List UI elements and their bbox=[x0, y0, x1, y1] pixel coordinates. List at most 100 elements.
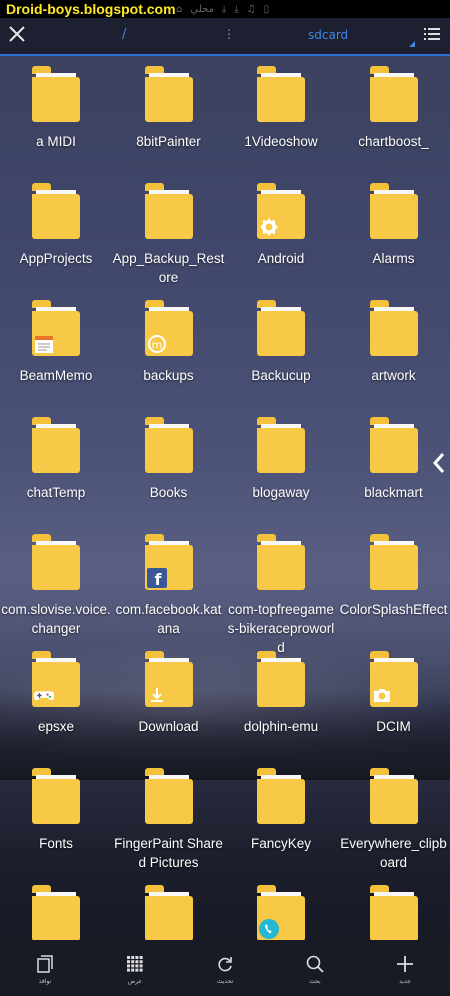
folder-icon bbox=[369, 183, 418, 239]
folder-icon bbox=[32, 300, 80, 356]
gamepad-icon bbox=[34, 685, 54, 705]
folder-icon bbox=[32, 651, 80, 707]
folder-item[interactable] bbox=[225, 879, 337, 940]
folder-icon bbox=[257, 768, 305, 824]
nav-label: عرض bbox=[127, 978, 143, 985]
path-root[interactable]: / bbox=[122, 27, 126, 42]
folder-name: com.slovise.voice.changer bbox=[1, 602, 111, 636]
folder-icon bbox=[144, 66, 193, 122]
folder-name: Backucup bbox=[251, 368, 311, 383]
bottom-nav: نوافذ عرض تحديث بحث جديد bbox=[0, 940, 450, 996]
folder-icon bbox=[257, 300, 305, 356]
folder-icon bbox=[257, 651, 305, 707]
folder-name: BeamMemo bbox=[19, 368, 93, 383]
folder-item[interactable]: dolphin-emu bbox=[225, 645, 337, 762]
folder-item[interactable]: 8bitPainter bbox=[113, 60, 225, 177]
folder-name: AppProjects bbox=[19, 251, 93, 266]
folder-item[interactable]: f com.facebook.katana bbox=[113, 528, 225, 645]
phone-icon bbox=[259, 919, 279, 939]
folder-item[interactable]: Android bbox=[225, 177, 337, 294]
folder-icon bbox=[32, 66, 80, 122]
folder-item[interactable]: artwork bbox=[338, 294, 450, 411]
nav-label: جديد bbox=[399, 978, 411, 985]
close-icon[interactable] bbox=[6, 23, 28, 45]
folder-icon bbox=[257, 66, 305, 122]
folder-icon: m bbox=[144, 300, 193, 356]
status-bar: Droid-boys.blogspot.com ⌂ محلي ⤓ ⤓ ♫ ▯ bbox=[0, 0, 450, 18]
sim-icon: ▯ bbox=[263, 3, 270, 15]
folder-item[interactable] bbox=[338, 879, 450, 940]
folder-name: chartboost_ bbox=[358, 134, 429, 149]
svg-text:m: m bbox=[151, 339, 162, 352]
camera-icon bbox=[372, 685, 392, 705]
folder-item[interactable]: Fonts bbox=[0, 762, 112, 879]
nav-label: تحديث bbox=[216, 978, 234, 985]
folder-icon bbox=[144, 768, 193, 824]
folder-item[interactable]: Alarms bbox=[338, 177, 450, 294]
folder-name: a MIDI bbox=[36, 134, 76, 149]
folder-name: FingerPaint Shared Pictures bbox=[114, 836, 223, 870]
status-local-label: محلي bbox=[190, 3, 214, 15]
folder-item[interactable]: com-topfreegames-bikeraceproworld bbox=[225, 528, 337, 655]
folder-icon bbox=[144, 183, 193, 239]
folder-item[interactable]: blogaway bbox=[225, 411, 337, 528]
folder-icon bbox=[369, 534, 418, 590]
toolbar: / ⋮ sdcard bbox=[0, 18, 450, 56]
nav-item-plus[interactable]: جديد bbox=[360, 940, 450, 996]
folder-item[interactable] bbox=[113, 879, 225, 940]
folder-name: chatTemp bbox=[26, 485, 86, 500]
folder-name: blackmart bbox=[364, 485, 423, 500]
folder-item[interactable]: DCIM bbox=[338, 645, 450, 762]
svg-text:f: f bbox=[154, 570, 162, 588]
folder-name: Alarms bbox=[372, 251, 415, 266]
folder-item[interactable]: Everywhere_clipboard bbox=[338, 762, 450, 879]
download-icon: ⤓ bbox=[234, 3, 239, 15]
folder-item[interactable]: a MIDI bbox=[0, 60, 112, 177]
folder-item[interactable]: m backups bbox=[113, 294, 225, 411]
folder-item[interactable]: BeamMemo bbox=[0, 294, 112, 411]
folder-icon: f bbox=[144, 534, 193, 590]
folder-item[interactable]: ColorSplashEffect bbox=[338, 528, 450, 645]
folder-name: ColorSplashEffect bbox=[339, 602, 448, 617]
folder-icon bbox=[32, 885, 80, 940]
folder-item[interactable]: 1Videoshow bbox=[225, 60, 337, 177]
folder-name: Fonts bbox=[39, 836, 73, 851]
list-menu-icon[interactable] bbox=[424, 26, 440, 42]
home-icon: ⌂ bbox=[176, 3, 183, 15]
folder-icon bbox=[257, 183, 305, 239]
nav-item-search[interactable]: بحث bbox=[270, 940, 360, 996]
folder-item[interactable]: Books bbox=[113, 411, 225, 528]
folder-name: dolphin-emu bbox=[243, 719, 319, 734]
nav-item-windows[interactable]: نوافذ bbox=[0, 940, 90, 996]
folder-item[interactable]: chatTemp bbox=[0, 411, 112, 528]
folder-name: App_Backup_Restore bbox=[112, 251, 225, 285]
folder-item[interactable]: FingerPaint Shared Pictures bbox=[113, 762, 225, 879]
folder-name: 1Videoshow bbox=[244, 134, 318, 149]
folder-item[interactable] bbox=[0, 879, 112, 940]
folder-name: blogaway bbox=[252, 485, 310, 500]
folder-item[interactable]: epsxe bbox=[0, 645, 112, 762]
folder-item[interactable]: FancyKey bbox=[225, 762, 337, 879]
folder-item[interactable]: com.slovise.voice.changer bbox=[0, 528, 112, 645]
current-directory[interactable]: sdcard bbox=[308, 28, 348, 42]
folder-item[interactable]: Download bbox=[113, 645, 225, 762]
folder-icon bbox=[369, 417, 418, 473]
folder-name: backups bbox=[143, 368, 194, 383]
nav-item-refresh[interactable]: تحديث bbox=[180, 940, 270, 996]
folder-icon bbox=[369, 885, 418, 940]
folder-item[interactable]: Backucup bbox=[225, 294, 337, 411]
folder-name: artwork bbox=[371, 368, 416, 383]
chevron-left-icon[interactable] bbox=[432, 452, 446, 474]
folder-name: Books bbox=[149, 485, 188, 500]
folder-name: Everywhere_clipboard bbox=[340, 836, 447, 870]
folder-item[interactable]: chartboost_ bbox=[338, 60, 450, 177]
folder-item[interactable]: App_Backup_Restore bbox=[113, 177, 225, 294]
nav-item-grid-view[interactable]: عرض bbox=[90, 940, 180, 996]
folder-name: 8bitPainter bbox=[136, 134, 201, 149]
folder-name: com.facebook.katana bbox=[115, 602, 222, 636]
folder-icon bbox=[144, 417, 193, 473]
download-icon: ⤓ bbox=[221, 3, 227, 15]
download-icon bbox=[147, 685, 167, 705]
folder-item[interactable]: AppProjects bbox=[0, 177, 112, 294]
folder-icon bbox=[369, 66, 418, 122]
